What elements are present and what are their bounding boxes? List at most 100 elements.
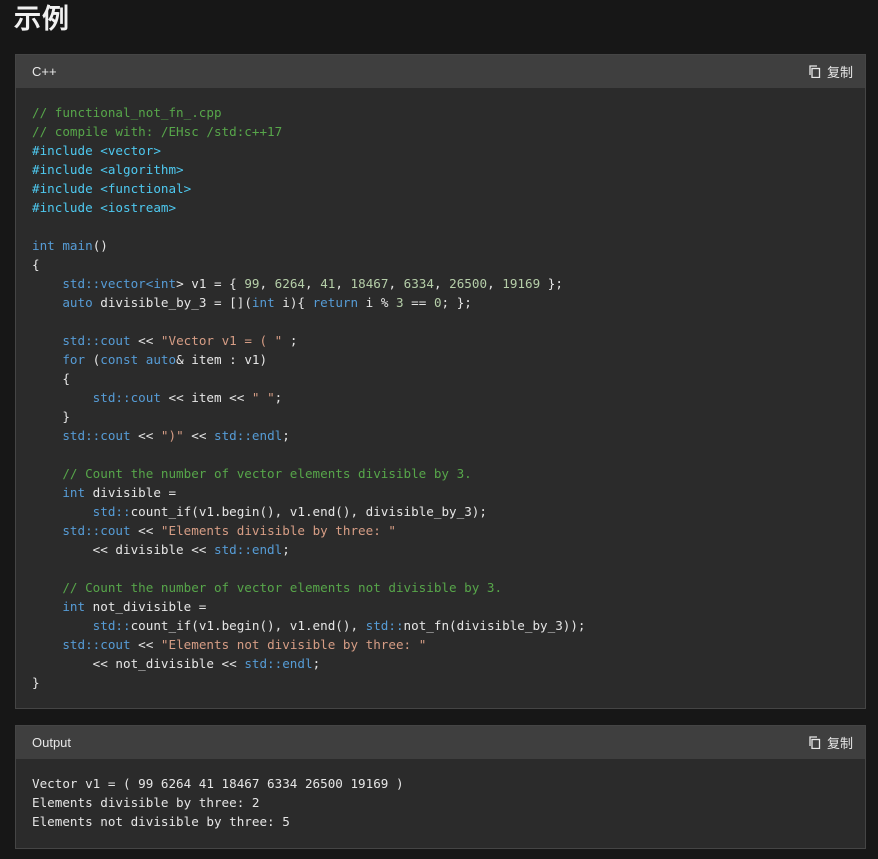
code-token: std::endl (213, 542, 283, 557)
code-line: std::cout << ")" << std::endl; (32, 426, 849, 445)
code-token: int (32, 485, 86, 500)
code-token: ; (282, 542, 290, 557)
code-token: { (32, 257, 40, 272)
code-token: int (32, 238, 55, 253)
code-token: std::cout (32, 390, 161, 405)
code-line: } (32, 673, 849, 692)
code-token: 6264 (274, 276, 306, 291)
code-token: divisible = (85, 485, 177, 500)
copy-output-button[interactable]: 复制 (808, 733, 853, 752)
copy-label: 复制 (826, 737, 853, 752)
code-token: const auto (100, 352, 177, 367)
code-token: "Elements divisible by three: " (160, 523, 396, 538)
code-language-label: C++ (32, 64, 57, 79)
code-token: , (335, 276, 351, 291)
code-token: // Count the number of vector elements d… (32, 466, 472, 481)
code-token: 99 (244, 276, 260, 291)
code-line: { (32, 255, 849, 274)
code-token: ; }; (441, 295, 472, 310)
code-line: // compile with: /EHsc /std:c++17 (32, 122, 849, 141)
code-token: 19169 (502, 276, 541, 291)
code-token: > v1 = { (176, 276, 245, 291)
code-line: { (32, 369, 849, 388)
code-token: std::cout (32, 428, 131, 443)
code-token: "Elements not divisible by three: " (160, 637, 427, 652)
code-line: #include <iostream> (32, 198, 849, 217)
code-block-cpp: C++ 复制 // functional_not_fn_.cpp // compi… (15, 54, 866, 709)
code-token: i){ (274, 295, 313, 310)
code-line: auto divisible_by_3 = [](int i){ return … (32, 293, 849, 312)
copy-code-button[interactable]: 复制 (808, 62, 853, 81)
code-token: , (388, 276, 404, 291)
code-line: std::count_if(v1.begin(), v1.end(), divi… (32, 502, 849, 521)
code-token: count_if(v1.begin(), v1.end(), divisible… (130, 504, 487, 519)
code-token: << (130, 637, 161, 652)
code-token: i % (358, 295, 396, 310)
code-token: Vector v1 = ( 99 6264 41 18467 6334 2650… (32, 776, 404, 791)
code-token: not_fn(divisible_by_3)); (403, 618, 586, 633)
code-line: Elements not divisible by three: 5 (32, 812, 849, 831)
code-line: std::count_if(v1.begin(), v1.end(), std:… (32, 616, 849, 635)
code-line: int divisible = (32, 483, 849, 502)
code-token: std::cout (32, 637, 131, 652)
code-block-header: C++ 复制 (16, 55, 865, 88)
code-token: std:: (365, 618, 404, 633)
code-token: , (259, 276, 275, 291)
code-line: // functional_not_fn_.cpp (32, 103, 849, 122)
code-line: << not_divisible << std::endl; (32, 654, 849, 673)
code-token: ")" (160, 428, 184, 443)
code-token: << item << (160, 390, 252, 405)
code-token: ; (274, 390, 283, 405)
code-line: // Count the number of vector elements n… (32, 578, 849, 597)
code-token: << divisible << (32, 542, 214, 557)
code-token: int (32, 599, 86, 614)
code-token: << (130, 523, 161, 538)
code-token: () (92, 238, 108, 253)
code-token: , (433, 276, 450, 291)
code-line: int not_divisible = (32, 597, 849, 616)
code-line: // Count the number of vector elements d… (32, 464, 849, 483)
code-token: 26500 (449, 276, 488, 291)
code-token: << not_divisible << (32, 656, 245, 671)
code-token: not_divisible = (85, 599, 207, 614)
code-token: std:: (32, 504, 131, 519)
code-token: std::endl (244, 656, 313, 671)
code-token: 3 (396, 295, 404, 310)
code-line: } (32, 407, 849, 426)
code-token: count_if(v1.begin(), v1.end(), (130, 618, 366, 633)
code-token: << (130, 333, 161, 348)
code-line: Elements divisible by three: 2 (32, 793, 849, 812)
code-token: // functional_not_fn_.cpp (32, 105, 222, 120)
code-token: == (403, 295, 434, 310)
code-token: std:: (32, 618, 131, 633)
code-line: #include <algorithm> (32, 160, 849, 179)
code-token: std::cout (32, 333, 131, 348)
code-token: Elements not divisible by three: 5 (32, 814, 290, 829)
code-line: int main() (32, 236, 849, 255)
code-token: std:: (32, 276, 101, 291)
code-token: 41 (320, 276, 336, 291)
code-token: int (153, 276, 177, 291)
code-token: #include <functional> (32, 181, 192, 196)
code-token: } (32, 675, 40, 690)
copy-icon (808, 65, 821, 78)
code-line: << divisible << std::endl; (32, 540, 849, 559)
code-token: int (251, 295, 275, 310)
copy-icon (808, 736, 821, 749)
code-token: // Count the number of vector elements n… (32, 580, 503, 595)
copy-label: 复制 (826, 66, 853, 81)
code-token: std::endl (214, 428, 283, 443)
code-token: << (130, 428, 161, 443)
code-token: 18467 (350, 276, 389, 291)
code-token: " " (251, 390, 275, 405)
code-token: Elements divisible by three: 2 (32, 795, 260, 810)
code-token: & item : v1) (176, 352, 268, 367)
code-line: for (const auto& item : v1) (32, 350, 849, 369)
code-token: for (32, 352, 86, 367)
code-line: Vector v1 = ( 99 6264 41 18467 6334 2650… (32, 774, 849, 793)
code-line: std::vector<int> v1 = { 99, 6264, 41, 18… (32, 274, 849, 293)
